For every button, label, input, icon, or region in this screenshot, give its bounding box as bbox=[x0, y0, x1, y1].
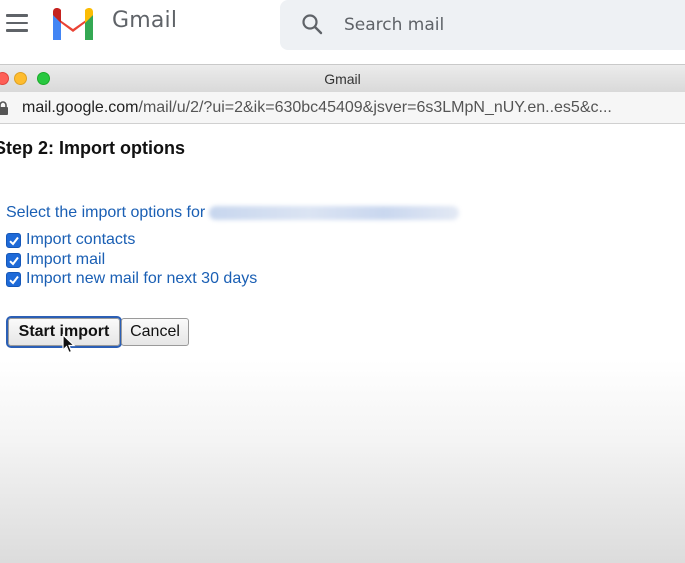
checkbox-checked-icon[interactable] bbox=[6, 271, 21, 287]
checkbox-checked-icon[interactable] bbox=[6, 252, 21, 268]
menu-icon[interactable] bbox=[6, 14, 28, 32]
option-label[interactable]: Import mail bbox=[26, 251, 105, 269]
search-bar[interactable] bbox=[280, 0, 685, 50]
gmail-wordmark: Gmail bbox=[112, 8, 178, 33]
window-title: Gmail bbox=[324, 71, 361, 87]
options-intro-text: Select the import options for bbox=[6, 204, 206, 221]
option-import-mail[interactable]: Import mail bbox=[6, 251, 105, 269]
options-intro: Select the import options for bbox=[6, 204, 460, 222]
search-input[interactable] bbox=[344, 12, 664, 38]
gmail-logo[interactable] bbox=[50, 6, 96, 42]
url-bar[interactable]: mail.google.com/mail/u/2/?ui=2&ik=630bc4… bbox=[0, 92, 685, 124]
cancel-button[interactable]: Cancel bbox=[121, 318, 189, 346]
gmail-header: Gmail bbox=[0, 0, 685, 60]
url-text[interactable]: mail.google.com/mail/u/2/?ui=2&ik=630bc4… bbox=[22, 99, 612, 117]
option-label[interactable]: Import new mail for next 30 days bbox=[26, 270, 257, 288]
checkbox-checked-icon[interactable] bbox=[6, 232, 21, 248]
option-import-contacts[interactable]: Import contacts bbox=[6, 231, 135, 249]
mouse-pointer-icon bbox=[62, 334, 76, 354]
url-path: /mail/u/2/?ui=2&ik=630bc45409&jsver=6s3L… bbox=[138, 99, 612, 116]
search-icon[interactable] bbox=[300, 12, 324, 36]
url-host: mail.google.com bbox=[22, 99, 139, 116]
option-label[interactable]: Import contacts bbox=[26, 231, 135, 249]
redacted-email bbox=[209, 205, 460, 220]
window-titlebar: Gmail bbox=[0, 64, 685, 92]
option-import-new-mail[interactable]: Import new mail for next 30 days bbox=[6, 270, 257, 288]
lock-icon bbox=[0, 101, 8, 115]
page-title: Step 2: Import options bbox=[0, 138, 185, 158]
